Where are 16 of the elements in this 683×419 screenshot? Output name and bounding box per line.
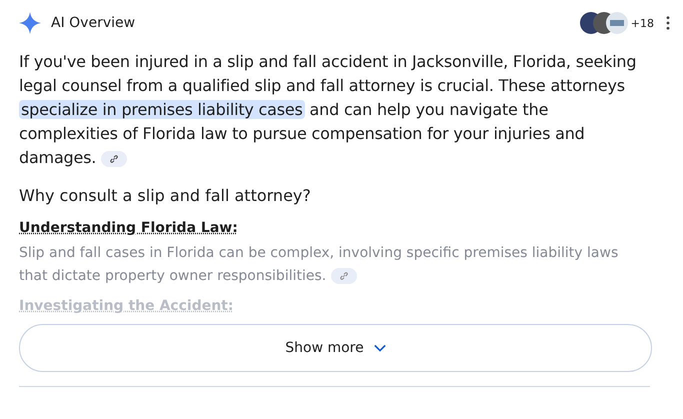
overview-paragraph: If you've been injured in a slip and fall accident in Jacksonville, Florida, seeking legal counsel from a qualified slip and fall attorney is crucial. These attorneys specialize in premises liability cases and can help you navigate the complexities of Florida law to pursue compensation for your injuries and damages. [19, 51, 638, 169]
subsection-title: Understanding Florida Law: [19, 219, 238, 238]
subsection-title: Investigating the Accident: [19, 297, 234, 316]
show-more-button[interactable]: Show more [19, 324, 652, 372]
link-icon [109, 154, 120, 164]
section-heading: Why consult a slip and fall attorney? [19, 185, 312, 207]
source-avatars-icon[interactable] [578, 11, 629, 35]
chevron-down-icon [374, 344, 386, 352]
link-icon [338, 271, 349, 282]
sparkle-icon [19, 12, 41, 34]
more-options-icon[interactable] [666, 16, 670, 30]
overview-title: AI Overview [51, 15, 136, 31]
subsection-text: Slip and fall cases in Florida can be complex, involving specific premises liability laws that dictate property owner responsibilities. [19, 244, 620, 286]
highlighted-link[interactable]: specialize in premises liability cases [19, 100, 305, 119]
link-chip[interactable] [101, 150, 128, 167]
source-count: +18 [630, 16, 654, 30]
